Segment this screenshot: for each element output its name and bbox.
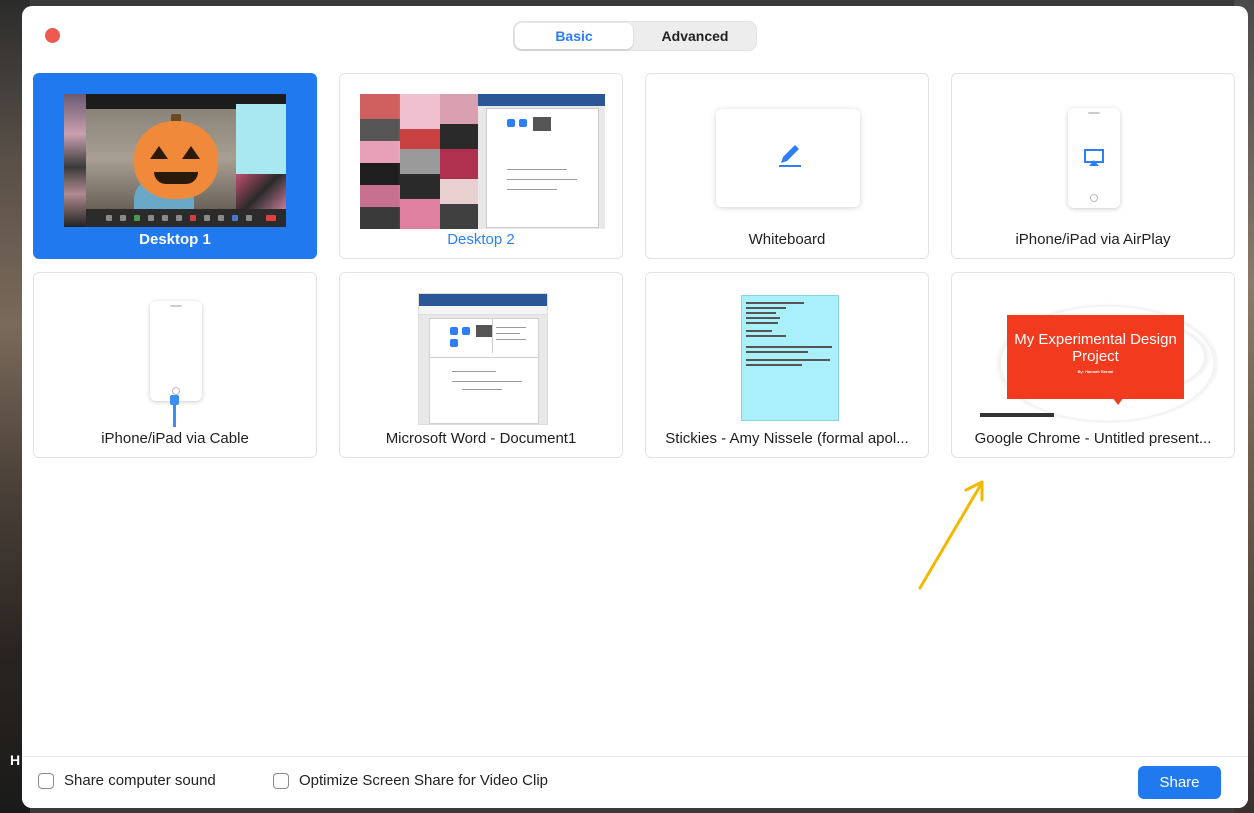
tile-whiteboard[interactable]: Whiteboard bbox=[645, 73, 929, 259]
tile-label: Stickies - Amy Nissele (formal apol... bbox=[665, 430, 909, 447]
checkbox-icon[interactable] bbox=[273, 772, 289, 789]
share-screen-dialog: Basic Advanced Desktop 1 Desktop 2 White… bbox=[22, 6, 1248, 808]
optimize-video-option[interactable]: Optimize Screen Share for Video Clip bbox=[273, 772, 548, 789]
tile-cable[interactable]: iPhone/iPad via Cable bbox=[33, 272, 317, 458]
pumpkin-icon bbox=[134, 121, 218, 199]
share-sound-option[interactable]: Share computer sound bbox=[38, 772, 216, 789]
tile-google-chrome[interactable]: My Experimental Design Project By: Hanna… bbox=[951, 272, 1235, 458]
tile-stickies[interactable]: Stickies - Amy Nissele (formal apol... bbox=[645, 272, 929, 458]
footer: Share computer sound Optimize Screen Sha… bbox=[22, 756, 1248, 808]
tile-label: Desktop 2 bbox=[447, 231, 515, 248]
share-sound-label: Share computer sound bbox=[64, 772, 216, 789]
tile-label: iPhone/iPad via AirPlay bbox=[1015, 231, 1171, 248]
whiteboard-card bbox=[716, 109, 860, 207]
airplay-icon bbox=[1084, 149, 1104, 166]
tile-label: Desktop 1 bbox=[139, 231, 211, 248]
slide-byline: By: Hannah Bernal bbox=[1077, 369, 1114, 374]
tile-label: Google Chrome - Untitled present... bbox=[974, 430, 1212, 447]
pencil-icon bbox=[779, 145, 801, 167]
phone-icon bbox=[150, 301, 202, 401]
stickies-note-thumbnail bbox=[741, 295, 839, 421]
phone-icon bbox=[1068, 108, 1120, 208]
tab-basic[interactable]: Basic bbox=[515, 23, 633, 49]
slide-thumbnail: My Experimental Design Project By: Hanna… bbox=[972, 291, 1218, 423]
tile-label: Whiteboard bbox=[748, 231, 826, 248]
tile-desktop-2[interactable]: Desktop 2 bbox=[339, 73, 623, 259]
tile-desktop-1[interactable]: Desktop 1 bbox=[33, 73, 317, 259]
desktop-1-thumbnail bbox=[64, 94, 286, 227]
close-icon[interactable] bbox=[45, 28, 60, 43]
desktop-2-thumbnail bbox=[360, 94, 605, 229]
word-thumbnail bbox=[418, 293, 548, 425]
optimize-video-label: Optimize Screen Share for Video Clip bbox=[299, 772, 549, 789]
arrow-icon bbox=[918, 480, 984, 590]
tab-advanced[interactable]: Advanced bbox=[635, 23, 755, 49]
checkbox-icon[interactable] bbox=[38, 772, 54, 789]
tile-label: iPhone/iPad via Cable bbox=[101, 430, 249, 447]
background-letter: H bbox=[10, 752, 21, 768]
share-button[interactable]: Share bbox=[1138, 766, 1221, 799]
slide-title: My Experimental Design Project bbox=[1014, 331, 1177, 365]
tile-airplay[interactable]: iPhone/iPad via AirPlay bbox=[951, 73, 1235, 259]
mode-switch: Basic Advanced bbox=[513, 21, 757, 51]
tile-label: Microsoft Word - Document1 bbox=[385, 430, 577, 447]
tile-microsoft-word[interactable]: Microsoft Word - Document1 bbox=[339, 272, 623, 458]
